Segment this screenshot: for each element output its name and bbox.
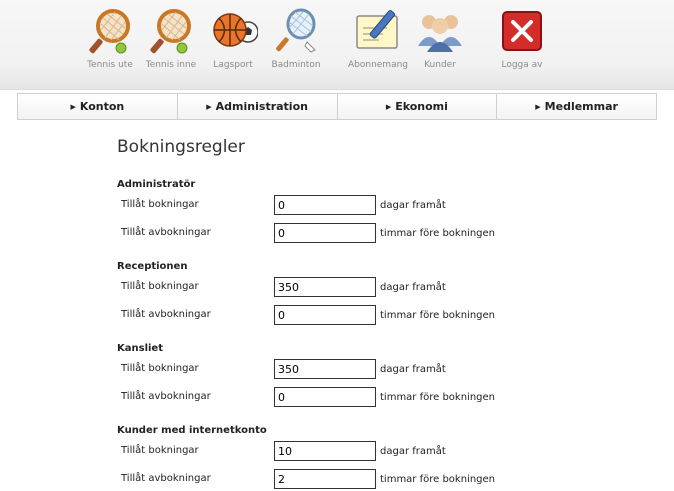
toolbar-label: Logga av — [501, 60, 543, 70]
section-title-receptionen: Receptionen — [117, 261, 188, 272]
row-label: Tillåt avbokningar — [121, 391, 211, 402]
row-suffix: dagar framåt — [380, 446, 446, 457]
main-nav: ▶ Konton ▶ Administration ▶ Ekonomi ▶ Me… — [17, 93, 657, 120]
row-suffix: dagar framåt — [380, 282, 446, 293]
row-label: Tillåt avbokningar — [121, 309, 211, 320]
subscription-pen-icon — [356, 10, 398, 49]
customers-icon — [418, 15, 462, 52]
nav-item-label: Konton — [79, 100, 125, 113]
row-label: Tillåt avbokningar — [121, 473, 211, 484]
toolbar-tennis-ute[interactable]: Tennis ute — [78, 6, 142, 70]
row-suffix: dagar framåt — [380, 364, 446, 375]
reception-booking-days-input[interactable] — [274, 277, 376, 297]
kansliet-cancel-hours-input[interactable] — [274, 387, 376, 407]
toolbar-label: Abonnemang — [347, 60, 409, 70]
nav-item-ekonomi[interactable]: ▶ Ekonomi — [337, 94, 498, 119]
toolbar-label: Kunder — [424, 60, 456, 70]
section-title-kansliet: Kansliet — [117, 343, 163, 354]
section-title-administrator: Administratör — [117, 179, 196, 190]
tennis-racket-icon — [150, 9, 191, 54]
toolbar-label: Badminton — [271, 60, 321, 70]
section-title-kunder-internetkonto: Kunder med internetkonto — [117, 425, 267, 436]
nav-item-administration[interactable]: ▶ Administration — [177, 94, 338, 119]
row-suffix: timmar före bokningen — [380, 228, 496, 239]
row-label: Tillåt bokningar — [121, 445, 199, 456]
toolbar-kunder[interactable]: Kunder — [408, 6, 472, 70]
badminton-racket-icon — [276, 8, 316, 53]
arrow-right-icon: ▶ — [535, 102, 541, 111]
page-title: Bokningsregler — [117, 137, 245, 157]
nav-item-medlemmar[interactable]: ▶ Medlemmar — [497, 94, 656, 119]
nav-item-label: Administration — [215, 100, 308, 113]
row-label: Tillåt bokningar — [121, 281, 199, 292]
nav-item-konton[interactable]: ▶ Konton — [18, 94, 178, 119]
toolbar-label: Tennis inne — [145, 60, 197, 70]
arrow-right-icon: ▶ — [206, 102, 212, 111]
customer-booking-days-input[interactable] — [274, 441, 376, 461]
logout-icon — [502, 11, 542, 51]
nav-item-label: Medlemmar — [544, 100, 618, 113]
row-label: Tillåt bokningar — [121, 199, 199, 210]
toolbar-label: Tennis ute — [87, 60, 133, 70]
toolbar-label: Lagsport — [213, 60, 253, 70]
admin-cancel-hours-input[interactable] — [274, 223, 376, 243]
row-suffix: dagar framåt — [380, 200, 446, 211]
reception-cancel-hours-input[interactable] — [274, 305, 376, 325]
row-suffix: timmar före bokningen — [380, 392, 496, 403]
customer-cancel-hours-input[interactable] — [274, 469, 376, 489]
row-suffix: timmar före bokningen — [380, 474, 496, 485]
nav-item-label: Ekonomi — [395, 100, 448, 113]
admin-booking-days-input[interactable] — [274, 195, 376, 215]
top-toolbar: Tennis ute Tennis inne Lagsport Badminto… — [0, 0, 674, 90]
sports-balls-icon — [213, 13, 258, 47]
tennis-racket-icon — [89, 9, 130, 54]
toolbar-abonnemang[interactable]: Abonnemang — [346, 6, 410, 70]
row-suffix: timmar före bokningen — [380, 310, 496, 321]
toolbar-badminton[interactable]: Badminton — [264, 6, 328, 70]
row-label: Tillåt bokningar — [121, 363, 199, 374]
row-label: Tillåt avbokningar — [121, 227, 211, 238]
toolbar-lagsport[interactable]: Lagsport — [201, 6, 265, 70]
arrow-right-icon: ▶ — [385, 102, 392, 111]
toolbar-tennis-inne[interactable]: Tennis inne — [139, 6, 203, 70]
toolbar-logga-av[interactable]: Logga av — [490, 6, 554, 70]
arrow-right-icon: ▶ — [70, 102, 76, 111]
kansliet-booking-days-input[interactable] — [274, 359, 376, 379]
